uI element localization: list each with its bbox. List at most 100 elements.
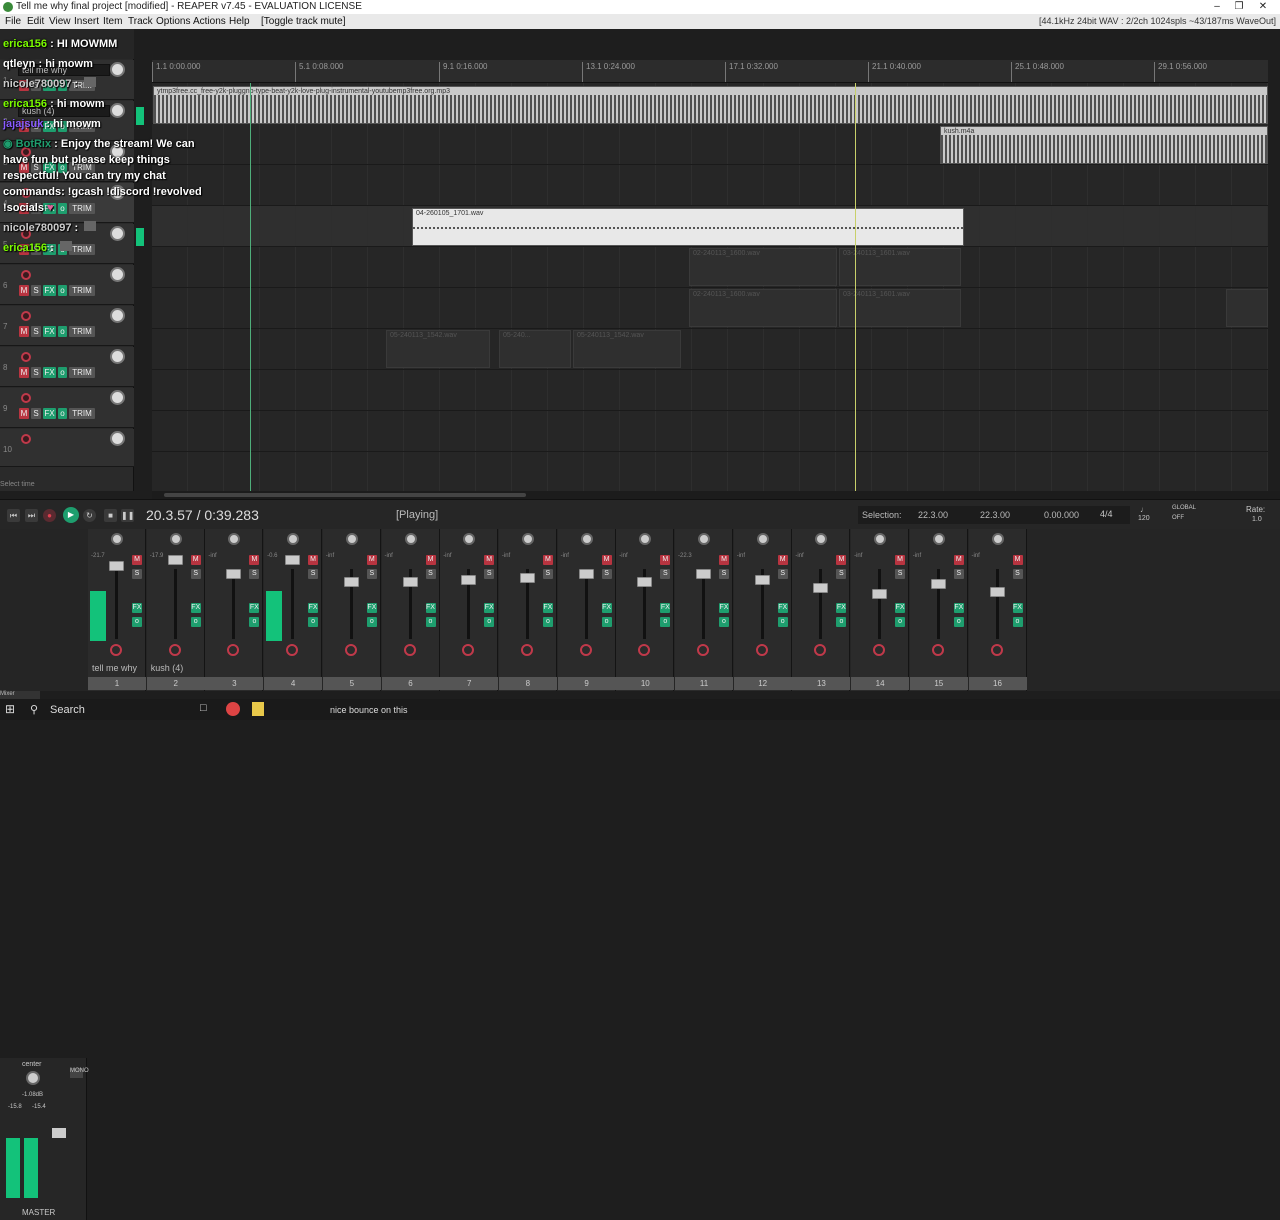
edit-cursor[interactable]: [250, 83, 251, 491]
timeline-ruler[interactable]: 1.1 0:00.000 5.1 0:08.000 9.1 0:16.000 1…: [152, 60, 1268, 83]
record-arm-button[interactable]: [873, 644, 886, 656]
fx-bypass-button[interactable]: o: [425, 617, 436, 627]
solo-button[interactable]: S: [190, 569, 201, 579]
record-arm-button[interactable]: [403, 644, 416, 656]
menu-track[interactable]: Track: [128, 16, 153, 27]
fx-bypass-button[interactable]: o: [249, 617, 260, 627]
menu-item[interactable]: Item: [103, 16, 122, 27]
fx-bypass-button[interactable]: o: [190, 617, 201, 627]
pan-knob[interactable]: [815, 533, 828, 545]
solo-button[interactable]: S: [31, 367, 41, 378]
mute-button[interactable]: M: [249, 555, 260, 565]
master-pan-knob[interactable]: [26, 1071, 40, 1085]
metronome-icon[interactable]: ♩: [1140, 505, 1148, 514]
volume-knob[interactable]: [110, 431, 125, 446]
fx-button[interactable]: FX: [484, 603, 495, 613]
pan-knob[interactable]: [580, 533, 593, 545]
volume-fader[interactable]: [930, 579, 946, 589]
pan-knob[interactable]: [287, 533, 300, 545]
mute-button[interactable]: M: [542, 555, 553, 565]
solo-button[interactable]: S: [1012, 569, 1023, 579]
record-arm-button[interactable]: [227, 644, 240, 656]
solo-button[interactable]: S: [601, 569, 612, 579]
fx-button[interactable]: FX: [953, 603, 964, 613]
media-item[interactable]: 03-240113_1601.wav: [839, 248, 961, 286]
strip-number[interactable]: 4: [264, 677, 323, 690]
strip-number[interactable]: 14: [851, 677, 910, 690]
fx-button[interactable]: FX: [425, 603, 436, 613]
pan-knob[interactable]: [111, 533, 123, 545]
fx-button[interactable]: FX: [542, 603, 553, 613]
mute-button[interactable]: M: [132, 555, 142, 565]
strip-number[interactable]: 3: [205, 677, 264, 690]
volume-knob[interactable]: [110, 349, 125, 364]
trim-button[interactable]: TRIM: [69, 326, 95, 337]
mute-button[interactable]: M: [308, 555, 319, 565]
solo-button[interactable]: S: [484, 569, 495, 579]
windows-start-icon[interactable]: ⊞: [5, 702, 15, 716]
fx-button[interactable]: FX: [836, 603, 847, 613]
mute-button[interactable]: M: [777, 555, 788, 565]
pan-knob[interactable]: [463, 533, 476, 545]
selection-end[interactable]: 22.3.00: [980, 510, 1010, 520]
fx-button[interactable]: FX: [43, 285, 56, 296]
mute-button[interactable]: M: [190, 555, 201, 565]
strip-number[interactable]: 2: [146, 677, 205, 690]
selection-length[interactable]: 0.00.000: [1044, 510, 1079, 520]
close-button[interactable]: ✕: [1252, 0, 1274, 14]
fx-bypass-button[interactable]: o: [777, 617, 788, 627]
fx-button[interactable]: FX: [43, 326, 56, 337]
time-display[interactable]: 20.3.57 / 0:39.283: [146, 507, 259, 523]
play-button[interactable]: ▶: [63, 507, 79, 523]
record-arm-button[interactable]: [21, 434, 31, 444]
mute-button[interactable]: M: [1012, 555, 1023, 565]
global-off-label[interactable]: OFF: [1172, 515, 1184, 521]
mute-button[interactable]: M: [719, 555, 729, 565]
fx-button[interactable]: FX: [601, 603, 612, 613]
time-signature[interactable]: 4/4: [1100, 509, 1113, 519]
fx-bypass-button[interactable]: o: [719, 617, 729, 627]
maximize-button[interactable]: ❐: [1228, 0, 1250, 14]
pan-knob[interactable]: [228, 533, 241, 545]
strip-number[interactable]: 13: [792, 677, 851, 690]
volume-fader[interactable]: [754, 575, 770, 585]
trim-button[interactable]: TRIM: [69, 285, 95, 296]
record-button[interactable]: ●: [43, 509, 56, 522]
strip-number[interactable]: 1: [88, 677, 146, 690]
mute-button[interactable]: M: [19, 326, 29, 337]
strip-number[interactable]: 10: [616, 677, 675, 690]
go-to-start-button[interactable]: ⏮: [7, 509, 20, 522]
fx-bypass-button[interactable]: o: [132, 617, 142, 627]
strip-number[interactable]: 16: [968, 677, 1027, 690]
media-item[interactable]: 02-240113_1600.wav: [689, 289, 837, 327]
media-item[interactable]: 04-260105_1701.wav: [412, 208, 964, 246]
record-arm-button[interactable]: [110, 644, 122, 656]
solo-button[interactable]: S: [308, 569, 319, 579]
volume-knob[interactable]: [110, 390, 125, 405]
pan-knob[interactable]: [991, 533, 1004, 545]
volume-fader[interactable]: [343, 577, 359, 587]
volume-fader[interactable]: [109, 561, 124, 571]
solo-button[interactable]: S: [777, 569, 788, 579]
record-arm-button[interactable]: [579, 644, 592, 656]
mute-button[interactable]: M: [836, 555, 847, 565]
fx-bypass-button[interactable]: o: [542, 617, 553, 627]
volume-fader[interactable]: [519, 573, 535, 583]
record-arm-button[interactable]: [990, 644, 1003, 656]
fx-button[interactable]: FX: [660, 603, 671, 613]
menu-toggle-track-mute[interactable]: [Toggle track mute]: [261, 16, 345, 27]
mute-button[interactable]: M: [425, 555, 436, 565]
solo-button[interactable]: S: [895, 569, 906, 579]
fx-bypass-button[interactable]: o: [660, 617, 671, 627]
menu-insert[interactable]: Insert: [74, 16, 99, 27]
trim-button[interactable]: TRIM: [69, 408, 95, 419]
media-item[interactable]: 05-240113_1542.wav: [386, 330, 490, 368]
fx-bypass-button[interactable]: o: [366, 617, 377, 627]
fx-bypass-button[interactable]: o: [1012, 617, 1023, 627]
fx-button[interactable]: FX: [366, 603, 377, 613]
mute-button[interactable]: M: [19, 408, 29, 419]
media-item[interactable]: 05-240...: [499, 330, 571, 368]
volume-fader[interactable]: [402, 577, 418, 587]
fx-button[interactable]: FX: [249, 603, 260, 613]
mute-button[interactable]: M: [19, 285, 29, 296]
